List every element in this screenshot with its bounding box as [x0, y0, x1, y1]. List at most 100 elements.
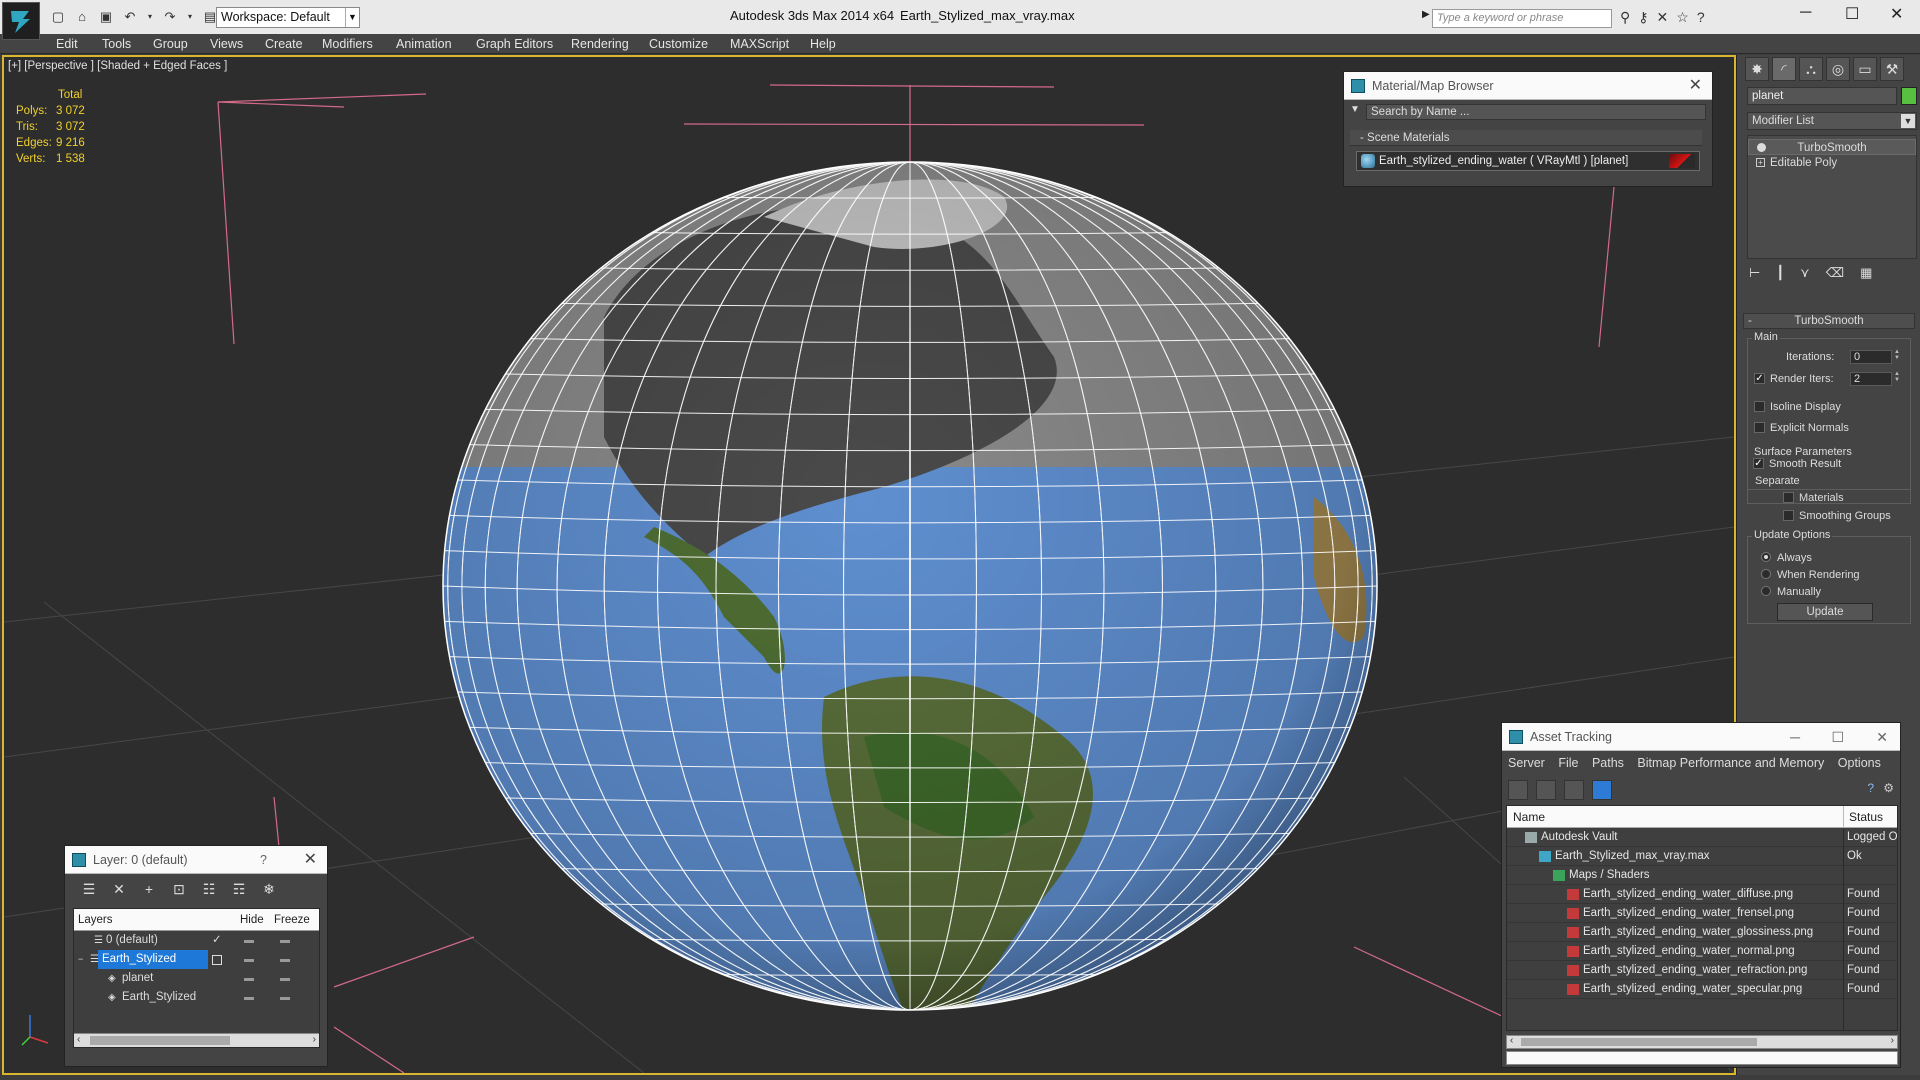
asset-row[interactable]: Earth_stylized_ending_water_normal.png Fo…	[1507, 942, 1897, 961]
iterations-spinner[interactable]: 0	[1850, 349, 1903, 364]
column-name[interactable]: Name	[1513, 806, 1545, 828]
material-search-input[interactable]: Search by Name ...	[1366, 104, 1706, 120]
freeze-toggle[interactable]: ▬	[280, 988, 290, 1007]
scroll-left-icon[interactable]: ‹	[77, 1034, 80, 1045]
close-icon[interactable]: ✕	[1876, 723, 1888, 751]
close-icon[interactable]: ✕	[1689, 72, 1702, 100]
render-iters-checkbox[interactable]: ✓	[1754, 373, 1765, 384]
menu-modifiers[interactable]: Modifiers	[322, 37, 373, 51]
layer-row[interactable]: ◈ Earth_Stylized ▬ ▬	[74, 988, 319, 1007]
layer-row[interactable]: ☰ 0 (default) ✓ ▬ ▬	[74, 931, 319, 950]
favorites-star-icon[interactable]: ☆	[1676, 9, 1689, 26]
turbosmooth-rollout-header[interactable]: - TurboSmooth	[1743, 313, 1915, 329]
viewport-label[interactable]: [+] [Perspective ] [Shaded + Edged Faces…	[8, 60, 227, 72]
utilities-tab-icon[interactable]: ⚒	[1880, 57, 1904, 81]
freeze-toggle[interactable]: ▬	[280, 931, 290, 950]
new-file-icon[interactable]: ▢	[50, 9, 66, 25]
active-layer-check-icon[interactable]: ✓	[212, 931, 222, 950]
create-tab-icon[interactable]: ✸	[1745, 57, 1769, 81]
key-icon[interactable]: ⚷	[1638, 9, 1648, 26]
menu-help[interactable]: Help	[810, 37, 836, 51]
close-icon[interactable]: ✕	[304, 846, 317, 874]
binoculars-icon[interactable]: ⚲	[1620, 9, 1630, 26]
help-icon[interactable]: ?	[260, 846, 267, 874]
hide-toggle[interactable]: ▬	[244, 969, 254, 988]
update-when-rendering-radio[interactable]	[1761, 569, 1771, 579]
material-browser-titlebar[interactable]: Material/Map Browser ✕	[1344, 72, 1712, 100]
column-status[interactable]: Status	[1849, 806, 1883, 828]
hierarchy-tab-icon[interactable]: ⛬	[1799, 57, 1823, 81]
make-unique-icon[interactable]: ⋎	[1800, 265, 1810, 281]
scroll-left-icon[interactable]: ‹	[1510, 1035, 1513, 1046]
menu-maxscript[interactable]: MAXScript	[730, 37, 789, 51]
asset-row[interactable]: Maps / Shaders	[1507, 866, 1897, 885]
asset-menu-bitmap-performance[interactable]: Bitmap Performance and Memory	[1637, 756, 1824, 770]
close-icon[interactable]: ✕	[1890, 4, 1903, 24]
menu-graph-editors[interactable]: Graph Editors	[476, 37, 553, 51]
hide-toggle[interactable]: ▬	[244, 931, 254, 950]
expand-arrow-icon[interactable]: ▶	[1422, 9, 1430, 20]
browser-options-icon[interactable]: ▼	[1350, 104, 1360, 115]
menu-group[interactable]: Group	[153, 37, 188, 51]
layer-row[interactable]: ◈ planet ▬ ▬	[74, 969, 319, 988]
asset-row[interactable]: Earth_stylized_ending_water_refraction.p…	[1507, 961, 1897, 980]
search-input[interactable]: Type a keyword or phrase	[1432, 9, 1612, 28]
show-end-result-icon[interactable]: ┃	[1776, 265, 1784, 281]
display-tab-icon[interactable]: ▭	[1853, 57, 1877, 81]
asset-menu-options[interactable]: Options	[1838, 756, 1881, 770]
separate-smoothing-groups-checkbox[interactable]	[1783, 510, 1794, 521]
maximize-icon[interactable]: ☐	[1845, 4, 1859, 24]
freeze-toggle[interactable]: ▬	[280, 969, 290, 988]
layer-explorer-titlebar[interactable]: Layer: 0 (default) ? ✕	[65, 846, 327, 874]
freeze-toggle[interactable]: ▬	[280, 950, 290, 969]
layer-row[interactable]: − ☰ Earth_Stylized ▬ ▬	[74, 950, 319, 969]
material-list-item[interactable]: Earth_stylized_ending_water ( VRayMtl ) …	[1356, 151, 1700, 171]
freeze-all-layers-icon[interactable]: ❄	[259, 880, 279, 898]
object-name-field[interactable]: planet	[1747, 87, 1897, 105]
column-layers[interactable]: Layers	[78, 909, 113, 931]
menu-animation[interactable]: Animation	[396, 37, 452, 51]
asset-horizontal-scrollbar[interactable]: ‹ ›	[1506, 1035, 1898, 1049]
minimize-icon[interactable]: ─	[1800, 4, 1811, 22]
scroll-right-icon[interactable]: ›	[1891, 1035, 1894, 1046]
update-button[interactable]: Update	[1777, 603, 1873, 621]
list-view-icon[interactable]	[1536, 780, 1556, 800]
remove-modifier-icon[interactable]: ⌫	[1826, 265, 1844, 281]
scene-materials-group[interactable]: - Scene Materials	[1350, 130, 1702, 146]
stack-item-editable-poly[interactable]: + Editable Poly	[1748, 155, 1916, 171]
object-color-swatch[interactable]	[1901, 87, 1917, 105]
update-always-radio[interactable]	[1761, 552, 1771, 562]
asset-row[interactable]: Earth_Stylized_max_vray.max Ok	[1507, 847, 1897, 866]
open-file-icon[interactable]: ⌂	[74, 9, 90, 25]
create-layer-icon[interactable]: ☰	[79, 880, 99, 898]
asset-row[interactable]: Earth_stylized_ending_water_diffuse.png F…	[1507, 885, 1897, 904]
isoline-display-checkbox[interactable]	[1754, 401, 1765, 412]
exchange-icon[interactable]: ✕	[1657, 9, 1669, 26]
stack-item-turbosmooth[interactable]: TurboSmooth	[1748, 139, 1916, 155]
asset-menu-paths[interactable]: Paths	[1592, 756, 1624, 770]
help-icon[interactable]: ?	[1697, 9, 1705, 26]
render-iters-spinner[interactable]: 2	[1850, 371, 1903, 386]
asset-row[interactable]: Earth_stylized_ending_water_glossiness.p…	[1507, 923, 1897, 942]
menu-rendering[interactable]: Rendering	[571, 37, 629, 51]
menu-create[interactable]: Create	[265, 37, 303, 51]
delete-layer-icon[interactable]: ✕	[109, 880, 129, 898]
hide-toggle[interactable]: ▬	[244, 988, 254, 1007]
minimize-icon[interactable]: ─	[1790, 723, 1800, 751]
scroll-right-icon[interactable]: ›	[313, 1034, 316, 1045]
select-layer-icon[interactable]: ☷	[199, 880, 219, 898]
app-menu-button[interactable]	[2, 2, 40, 40]
asset-row[interactable]: Autodesk Vault Logged Ou	[1507, 828, 1897, 847]
collapse-icon[interactable]: −	[78, 950, 83, 969]
settings-icon[interactable]: ⚙	[1883, 781, 1894, 795]
add-to-layer-icon[interactable]: +	[139, 880, 159, 898]
asset-menu-file[interactable]: File	[1558, 756, 1578, 770]
hide-toggle[interactable]: ▬	[244, 950, 254, 969]
redo-icon[interactable]: ↷	[162, 9, 178, 25]
set-active-layer-box[interactable]	[212, 955, 222, 965]
configure-sets-icon[interactable]: ▦	[1860, 265, 1872, 281]
hide-all-layers-icon[interactable]: ☶	[229, 880, 249, 898]
scroll-thumb[interactable]	[90, 1036, 230, 1045]
update-manually-radio[interactable]	[1761, 586, 1771, 596]
menu-tools[interactable]: Tools	[102, 37, 131, 51]
